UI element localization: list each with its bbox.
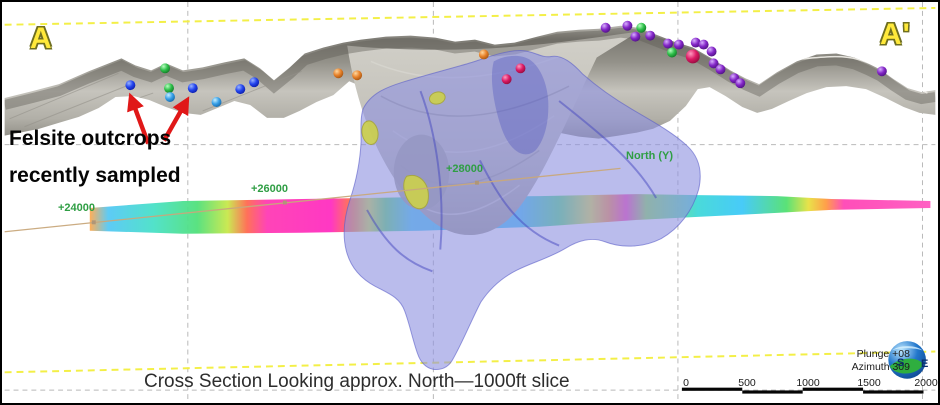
sample-point-purple[interactable] [630,32,640,42]
sample-point-green[interactable] [164,83,174,93]
globe-letter-e: E [921,358,928,370]
sample-point-orange[interactable] [479,50,489,60]
sample-point-crimson[interactable] [502,74,512,84]
sample-point-purple[interactable] [622,21,632,31]
scalebar-label-0: 0 [664,377,708,389]
annotation-line2: recently sampled [9,164,181,188]
sample-point-purple[interactable] [663,39,673,49]
sample-point-purple[interactable] [601,23,611,33]
section-label-a: A [30,22,53,56]
cross-section-figure: A A' Felsite outcrops recently sampled +… [0,0,940,405]
sample-point-green[interactable] [667,48,677,58]
sample-point-blue[interactable] [188,83,198,93]
axis-tick-28000: +28000 [446,163,483,175]
sample-point-purple[interactable] [699,40,709,50]
sample-point-crimson[interactable] [516,63,526,73]
sample-point-purple[interactable] [716,64,726,74]
figure-caption: Cross Section Looking approx. North—1000… [144,371,570,393]
sample-point-crimson[interactable] [686,50,700,64]
section-label-a-prime: A' [880,18,911,52]
sample-point-blue[interactable] [235,84,245,94]
sample-point-orange[interactable] [333,68,343,78]
scalebar-label-1500: 1500 [847,377,891,389]
sample-point-blue[interactable] [249,77,259,87]
axis-tick-24000: +24000 [58,202,95,214]
scalebar-label-500: 500 [725,377,769,389]
sample-point-blue[interactable] [125,80,135,90]
sample-point-green[interactable] [636,23,646,33]
axis-tick-26000: +26000 [251,183,288,195]
globe-letter-s: S [897,357,904,369]
sample-point-cyan[interactable] [212,97,222,107]
axis-name-north-y: North (Y) [626,150,673,162]
sample-point-orange[interactable] [352,70,362,80]
sample-point-purple[interactable] [735,78,745,88]
sample-point-green[interactable] [160,63,170,73]
sample-point-purple[interactable] [674,40,684,50]
viewport-3d[interactable] [2,2,938,403]
sample-point-purple[interactable] [707,47,717,57]
annotation-line1: Felsite outcrops [9,127,171,151]
scalebar-label-1000: 1000 [786,377,830,389]
sample-point-purple[interactable] [645,31,655,41]
sample-point-purple[interactable] [877,66,887,76]
scalebar-label-2000: 2000 [904,377,940,389]
sample-point-cyan[interactable] [165,92,175,102]
